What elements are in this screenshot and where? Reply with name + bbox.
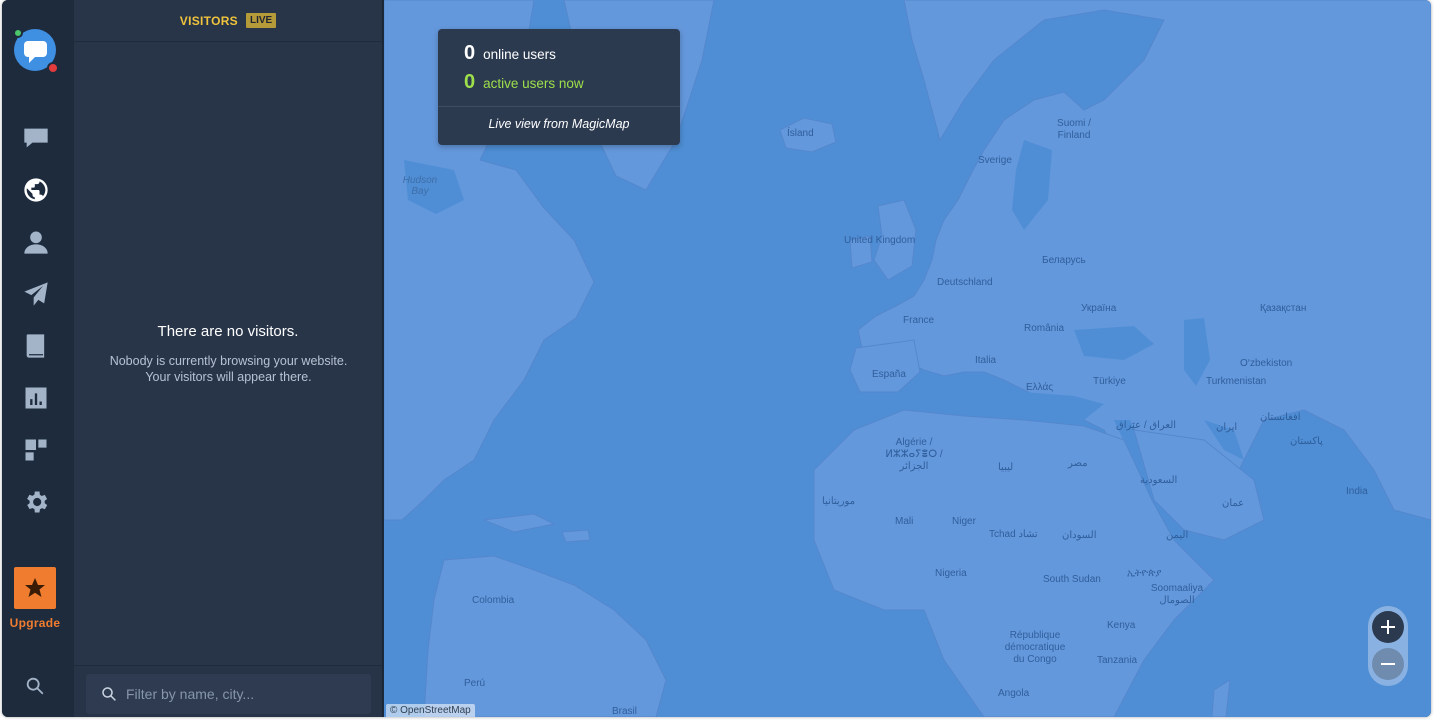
map-label: موريتانيا bbox=[822, 496, 856, 507]
sidebar-item-contacts[interactable] bbox=[16, 222, 56, 262]
chat-icon bbox=[24, 128, 48, 148]
map-label: Україна bbox=[1081, 303, 1117, 314]
sidebar-item-campaigns[interactable] bbox=[16, 274, 56, 314]
map-label: Mali bbox=[895, 516, 914, 527]
online-status-dot bbox=[13, 28, 23, 38]
filter-input[interactable] bbox=[126, 686, 366, 702]
sidebar-rail: Upgrade bbox=[2, 0, 74, 717]
user-icon bbox=[24, 231, 48, 254]
zoom-out-button[interactable] bbox=[1372, 648, 1404, 680]
visitors-panel: VISITORS LIVE There are no visitors. Nob… bbox=[74, 0, 383, 717]
map-label: Ísland bbox=[787, 128, 814, 139]
globe-icon bbox=[24, 178, 48, 202]
panel-footer bbox=[74, 665, 382, 717]
map-label: عمان bbox=[1222, 498, 1245, 509]
upgrade-button[interactable] bbox=[14, 567, 56, 609]
book-icon bbox=[26, 334, 45, 358]
card-divider bbox=[438, 106, 680, 107]
search-icon bbox=[26, 677, 44, 695]
minus-icon bbox=[1381, 663, 1395, 665]
zoom-in-button[interactable] bbox=[1372, 611, 1404, 643]
map-label: Беларусь bbox=[1042, 255, 1086, 266]
map-label: Turkmenistan bbox=[1206, 376, 1267, 387]
map-label: Nigeria bbox=[935, 568, 967, 579]
map-label: République démocratique du Congo bbox=[1004, 630, 1066, 665]
map-label: O‘zbekiston bbox=[1240, 358, 1293, 369]
sidebar-item-plugins[interactable] bbox=[16, 430, 56, 470]
map-label: ایران bbox=[1216, 422, 1238, 433]
map-attribution[interactable]: © OpenStreetMap bbox=[386, 704, 475, 717]
map-label: السودان bbox=[1062, 530, 1097, 541]
map-label: Brasil bbox=[612, 706, 638, 717]
map-label: Hudson Bay bbox=[402, 175, 438, 197]
map-label: South Sudan bbox=[1043, 574, 1101, 585]
search-button[interactable] bbox=[22, 673, 48, 699]
map-label: Algérie / ⵍⵣⵣⴰⵢⴻⵔ / الجزائر bbox=[885, 437, 943, 472]
map-label: Deutschland bbox=[937, 277, 993, 288]
map-label: Қазақстан bbox=[1260, 303, 1307, 314]
zoom-control bbox=[1368, 606, 1408, 686]
search-icon bbox=[102, 687, 116, 701]
map-label: ኢትዮጵያ bbox=[1127, 568, 1162, 579]
paper-plane-icon bbox=[24, 282, 48, 306]
map-label: ليبيا bbox=[998, 462, 1014, 473]
star-icon bbox=[25, 578, 45, 597]
map-label: France bbox=[903, 315, 935, 326]
map-label: Niger bbox=[952, 516, 976, 527]
map-label: اليمن bbox=[1166, 530, 1189, 541]
active-users-row: 0 active users now bbox=[464, 71, 584, 94]
map-label: India bbox=[1346, 486, 1368, 497]
sidebar-item-visitors[interactable] bbox=[16, 170, 56, 210]
empty-state-title: There are no visitors. bbox=[157, 323, 299, 340]
sidebar-item-settings[interactable] bbox=[16, 482, 56, 522]
online-users-count: 0 bbox=[464, 42, 476, 64]
active-users-label: active users now bbox=[483, 76, 584, 91]
map-label: Sverige bbox=[978, 155, 1012, 166]
panel-header: VISITORS LIVE bbox=[74, 0, 382, 42]
bar-chart-icon bbox=[25, 387, 47, 409]
map-label: Soomaaliya الصومال bbox=[1150, 583, 1204, 606]
gear-icon bbox=[27, 491, 48, 513]
plugins-icon bbox=[25, 439, 47, 461]
sidebar-item-analytics[interactable] bbox=[16, 378, 56, 418]
map-label: Ελλάς bbox=[1026, 382, 1054, 393]
active-users-count: 0 bbox=[464, 71, 476, 93]
sidebar-item-conversations[interactable] bbox=[16, 118, 56, 158]
map-label: Colombia bbox=[472, 595, 515, 606]
empty-state-description: Nobody is currently browsing your websit… bbox=[109, 354, 348, 384]
map-label: Tanzania bbox=[1097, 655, 1138, 666]
map-label: العراق / عێراق bbox=[1116, 420, 1177, 431]
chat-bubble-logo-icon bbox=[24, 41, 47, 63]
sidebar-item-helpdesk[interactable] bbox=[16, 326, 56, 366]
map-label: Perú bbox=[464, 678, 486, 689]
live-badge: LIVE bbox=[245, 13, 277, 28]
world-map[interactable]: Ísland Suomi / Finland Sverige Hudson Ba… bbox=[384, 0, 1431, 717]
live-view-caption: Live view from MagicMap bbox=[488, 117, 630, 131]
online-users-row: 0 online users bbox=[464, 42, 556, 65]
notification-dot bbox=[47, 62, 59, 74]
upgrade-label[interactable]: Upgrade bbox=[2, 616, 68, 630]
map-label: Kenya bbox=[1107, 620, 1136, 631]
map-label: السعودية bbox=[1140, 475, 1178, 486]
app-window: Upgrade VISITORS LIVE There are no visit… bbox=[2, 0, 1431, 717]
map-label: Türkiye bbox=[1093, 376, 1126, 387]
live-stats-card: 0 online users 0 active users now Live v… bbox=[438, 29, 680, 145]
plus-icon bbox=[1381, 620, 1395, 634]
filter-box bbox=[86, 674, 371, 714]
map-label: Suomi / Finland bbox=[1057, 118, 1091, 141]
map-label: افغانستان bbox=[1260, 412, 1301, 423]
app-logo[interactable] bbox=[13, 28, 59, 74]
map-label: پاکستان bbox=[1290, 436, 1323, 447]
map-label: România bbox=[1024, 323, 1065, 334]
map-label: España bbox=[872, 369, 906, 380]
map-label: Tchad تشاد bbox=[989, 529, 1038, 540]
map-label: Angola bbox=[998, 688, 1030, 699]
map-label: مصر bbox=[1068, 458, 1088, 469]
online-users-label: online users bbox=[483, 47, 556, 62]
map-label: Italia bbox=[975, 355, 997, 366]
panel-title: VISITORS bbox=[179, 13, 238, 28]
map-label: United Kingdom bbox=[844, 235, 916, 246]
